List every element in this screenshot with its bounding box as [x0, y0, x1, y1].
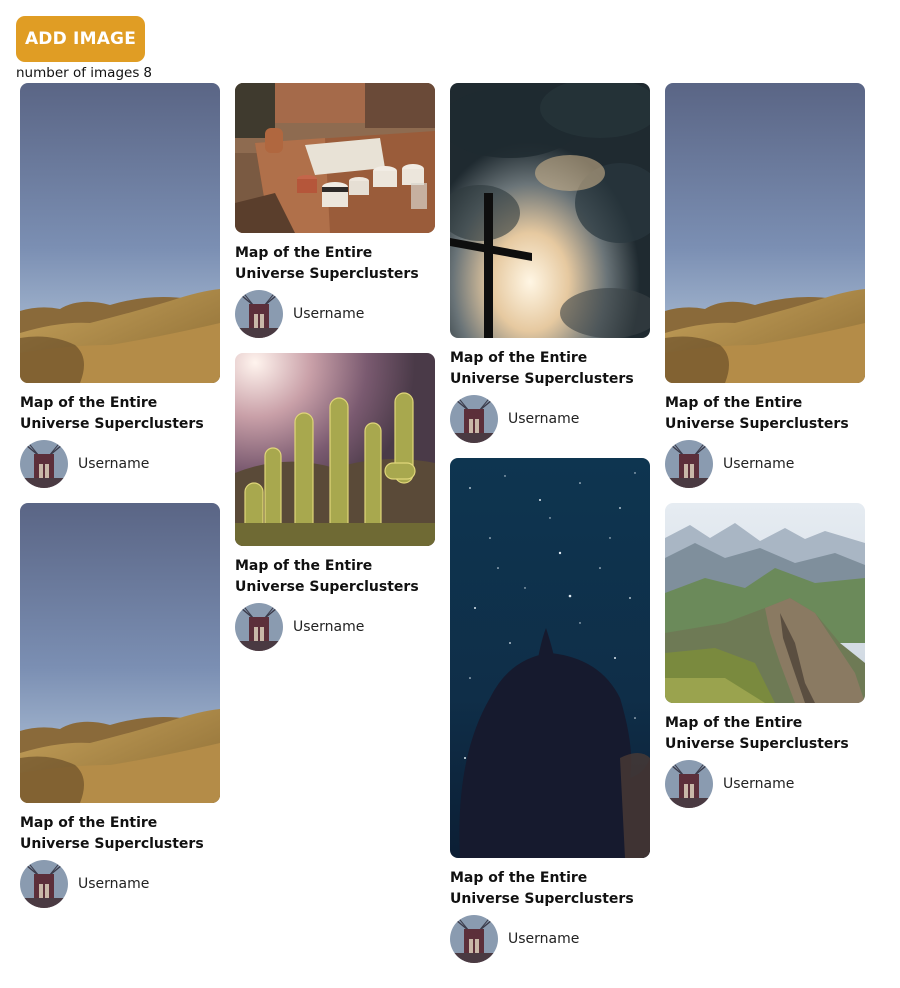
card-user[interactable]: Username: [20, 860, 220, 908]
desert-hills-photo[interactable]: [665, 83, 865, 383]
image-count-label: number of images: [16, 65, 140, 81]
gallery-column-1: Map of the Entire Universe Superclusters…: [20, 83, 220, 923]
card-title: Map of the Entire Universe Superclusters: [235, 558, 419, 595]
image-card[interactable]: Map of the Entire Universe Superclusters…: [20, 503, 220, 908]
username[interactable]: Username: [293, 619, 364, 635]
add-image-button[interactable]: ADD IMAGE: [16, 16, 145, 62]
card-title: Map of the Entire Universe Superclusters: [450, 870, 634, 907]
card-title: Map of the Entire Universe Superclusters: [450, 350, 634, 387]
card-title: Map of the Entire Universe Superclusters: [665, 715, 849, 752]
avatar[interactable]: [20, 860, 68, 908]
card-user[interactable]: Username: [20, 440, 220, 488]
gallery-column-2: Map of the Entire Universe Superclusters…: [235, 83, 435, 666]
coffee-cups-photo[interactable]: [235, 83, 435, 233]
image-card[interactable]: Map of the Entire Universe Superclusters…: [450, 458, 650, 963]
desert-hills-photo[interactable]: [20, 83, 220, 383]
card-user[interactable]: Username: [235, 290, 435, 338]
image-card[interactable]: Map of the Entire Universe Superclusters…: [235, 83, 435, 338]
card-user[interactable]: Username: [235, 603, 435, 651]
image-card[interactable]: Map of the Entire Universe Superclusters…: [665, 503, 865, 808]
image-count: number of images 8: [16, 65, 156, 81]
avatar[interactable]: [665, 440, 713, 488]
username[interactable]: Username: [723, 776, 794, 792]
username[interactable]: Username: [78, 876, 149, 892]
avatar[interactable]: [450, 915, 498, 963]
mountain-ridge-photo[interactable]: [665, 503, 865, 703]
cross-clouds-photo[interactable]: [450, 83, 650, 338]
avatar[interactable]: [665, 760, 713, 808]
card-title: Map of the Entire Universe Superclusters: [665, 395, 849, 432]
gallery-column-4: Map of the Entire Universe Superclusters…: [665, 83, 865, 823]
card-user[interactable]: Username: [665, 440, 865, 488]
starry-night-photo[interactable]: [450, 458, 650, 858]
avatar[interactable]: [235, 290, 283, 338]
image-gallery-page: ADD IMAGE number of images 8 Map of the …: [0, 0, 900, 988]
avatar[interactable]: [20, 440, 68, 488]
username[interactable]: Username: [293, 306, 364, 322]
desert-hills-photo[interactable]: [20, 503, 220, 803]
image-card[interactable]: Map of the Entire Universe Superclusters…: [20, 83, 220, 488]
gallery-column-3: Map of the Entire Universe Superclusters…: [450, 83, 650, 978]
username[interactable]: Username: [508, 931, 579, 947]
username[interactable]: Username: [508, 411, 579, 427]
image-card[interactable]: Map of the Entire Universe Superclusters…: [665, 83, 865, 488]
card-title: Map of the Entire Universe Superclusters: [235, 245, 419, 282]
avatar[interactable]: [450, 395, 498, 443]
avatar[interactable]: [235, 603, 283, 651]
card-user[interactable]: Username: [450, 395, 650, 443]
cactus-photo[interactable]: [235, 353, 435, 546]
image-count-value: 8: [143, 65, 152, 81]
card-user[interactable]: Username: [665, 760, 865, 808]
image-card[interactable]: Map of the Entire Universe Superclusters…: [450, 83, 650, 443]
image-card[interactable]: Map of the Entire Universe Superclusters…: [235, 353, 435, 651]
username[interactable]: Username: [723, 456, 794, 472]
username[interactable]: Username: [78, 456, 149, 472]
card-user[interactable]: Username: [450, 915, 650, 963]
card-title: Map of the Entire Universe Superclusters: [20, 815, 204, 852]
card-title: Map of the Entire Universe Superclusters: [20, 395, 204, 432]
